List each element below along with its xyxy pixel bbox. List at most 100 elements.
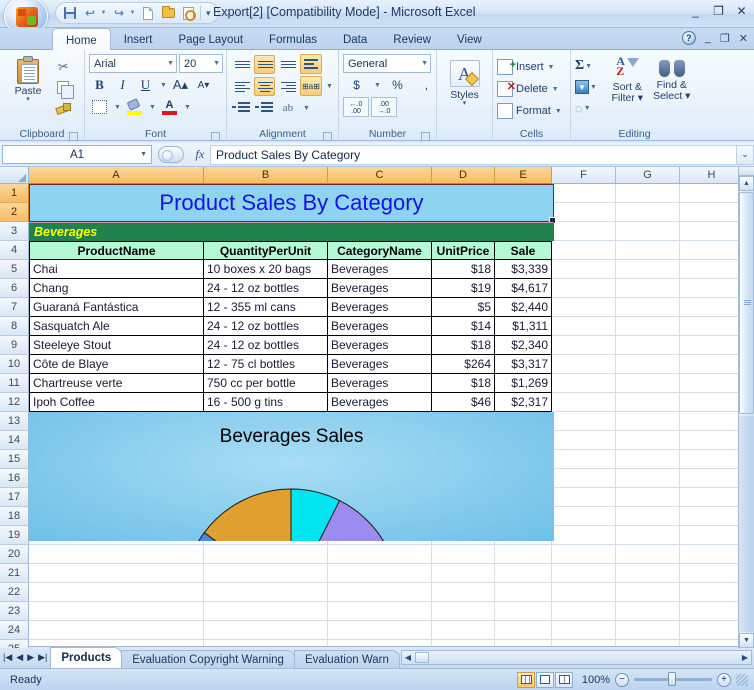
select-all-button[interactable] bbox=[0, 167, 29, 184]
cell-price[interactable]: $46 bbox=[432, 393, 495, 412]
grid-cell[interactable] bbox=[680, 241, 744, 260]
zoom-in-button[interactable]: + bbox=[717, 672, 731, 687]
row-header-2[interactable]: 2 bbox=[0, 203, 29, 222]
underline-dropdown[interactable]: ▼ bbox=[158, 75, 168, 95]
grid-cell[interactable] bbox=[680, 469, 744, 488]
percent-button[interactable]: % bbox=[384, 75, 411, 95]
grid-cell[interactable] bbox=[616, 317, 680, 336]
zoom-out-button[interactable]: − bbox=[615, 672, 629, 687]
cell-qpu[interactable]: 12 - 75 cl bottles bbox=[204, 355, 328, 374]
table-row[interactable]: Steeleye Stout 24 - 12 oz bottles Beverage… bbox=[29, 336, 554, 355]
category-banner-cell[interactable]: Beverages bbox=[29, 222, 554, 241]
grid-cell[interactable] bbox=[552, 203, 616, 222]
grid-cell[interactable] bbox=[552, 507, 616, 526]
column-header-a[interactable]: A bbox=[29, 167, 204, 184]
wrap-text-button[interactable] bbox=[300, 54, 322, 74]
cell-qpu[interactable]: 24 - 12 oz bottles bbox=[204, 279, 328, 298]
clear-button[interactable]: ◌ ▼ bbox=[575, 98, 605, 118]
cell-qpu[interactable]: 12 - 355 ml cans bbox=[204, 298, 328, 317]
column-header-g[interactable]: G bbox=[616, 167, 680, 184]
grid-cell[interactable] bbox=[204, 583, 328, 602]
cell-product[interactable]: Chartreuse verte bbox=[29, 374, 204, 393]
grid-cell[interactable] bbox=[552, 469, 616, 488]
row-header-18[interactable]: 18 bbox=[0, 507, 29, 526]
grid-cell[interactable] bbox=[552, 241, 616, 260]
grid-cell[interactable] bbox=[552, 583, 616, 602]
sheet-tab-evaluation-warn[interactable]: Evaluation Warn bbox=[293, 649, 400, 669]
table-row[interactable]: Chai 10 boxes x 20 bags Beverages $18 $3,339 bbox=[29, 260, 554, 279]
grid-cell[interactable] bbox=[680, 336, 744, 355]
sheet-horizontal-scrollbar[interactable]: ◀ ▶ bbox=[400, 650, 752, 665]
grid-cell[interactable] bbox=[29, 583, 204, 602]
grid-cell[interactable] bbox=[616, 336, 680, 355]
zoom-slider-handle[interactable] bbox=[668, 672, 676, 686]
first-sheet-button[interactable]: |◀ bbox=[3, 652, 12, 663]
row-header-5[interactable]: 5 bbox=[0, 260, 29, 279]
grid-cell[interactable] bbox=[680, 374, 744, 393]
table-row[interactable]: Sasquatch Ale 24 - 12 oz bottles Beverages… bbox=[29, 317, 554, 336]
row-header-23[interactable]: 23 bbox=[0, 602, 29, 621]
grid-cell[interactable] bbox=[680, 545, 744, 564]
align-top-button[interactable] bbox=[231, 55, 252, 74]
cell-product[interactable]: Ipoh Coffee bbox=[29, 393, 204, 412]
delete-cells-button[interactable]: ✕ Delete ▼ bbox=[497, 78, 559, 100]
workbook-minimize-button[interactable]: _ bbox=[705, 32, 711, 44]
align-center-button[interactable] bbox=[254, 76, 275, 96]
row-header-13[interactable]: 13 bbox=[0, 412, 29, 431]
print-preview-button[interactable] bbox=[178, 4, 198, 22]
grid-cell[interactable] bbox=[616, 241, 680, 260]
grid-cell[interactable] bbox=[616, 488, 680, 507]
workbook-close-button[interactable]: ✕ bbox=[739, 32, 748, 45]
grid-cell[interactable] bbox=[680, 621, 744, 640]
insert-cells-button[interactable]: + Insert ▼ bbox=[497, 56, 554, 78]
grid-cell[interactable] bbox=[616, 431, 680, 450]
grid-cell[interactable] bbox=[29, 564, 204, 583]
orientation-button[interactable]: ab bbox=[277, 99, 299, 117]
row-header-19[interactable]: 19 bbox=[0, 526, 29, 545]
number-format-combo[interactable]: General ▼ bbox=[343, 54, 431, 73]
cell-category[interactable]: Beverages bbox=[328, 260, 432, 279]
grid-cell[interactable] bbox=[552, 222, 616, 241]
cell-qpu[interactable]: 10 boxes x 20 bags bbox=[204, 260, 328, 279]
grid-cell[interactable] bbox=[680, 260, 744, 279]
cell-category[interactable]: Beverages bbox=[328, 298, 432, 317]
grid-cell[interactable] bbox=[616, 374, 680, 393]
grid-cell[interactable] bbox=[432, 621, 495, 640]
cell-product[interactable]: Chai bbox=[29, 260, 204, 279]
grid-cell[interactable] bbox=[552, 184, 616, 203]
grid-cell[interactable] bbox=[616, 507, 680, 526]
row-header-1[interactable]: 1 bbox=[0, 184, 29, 203]
grid-cell[interactable] bbox=[552, 260, 616, 279]
copy-button[interactable] bbox=[52, 78, 74, 99]
row-header-11[interactable]: 11 bbox=[0, 374, 29, 393]
split-box[interactable] bbox=[739, 167, 754, 176]
grid-cell[interactable] bbox=[616, 621, 680, 640]
font-color-dropdown[interactable]: ▼ bbox=[182, 97, 192, 117]
scroll-down-button[interactable]: ▼ bbox=[739, 633, 754, 648]
grid-cell[interactable] bbox=[680, 564, 744, 583]
orientation-dropdown[interactable]: ▼ bbox=[301, 98, 311, 118]
font-color-button[interactable]: A bbox=[159, 97, 180, 117]
grid-cell[interactable] bbox=[680, 298, 744, 317]
italic-button[interactable]: I bbox=[112, 75, 133, 95]
tab-page-layout[interactable]: Page Layout bbox=[165, 28, 256, 50]
cell-category[interactable]: Beverages bbox=[328, 279, 432, 298]
align-middle-button[interactable] bbox=[254, 54, 275, 74]
cell-price[interactable]: $18 bbox=[432, 374, 495, 393]
row-header-10[interactable]: 10 bbox=[0, 355, 29, 374]
cell-qpu[interactable]: 16 - 500 g tins bbox=[204, 393, 328, 412]
tab-data[interactable]: Data bbox=[330, 28, 380, 50]
format-painter-button[interactable] bbox=[52, 99, 74, 118]
view-normal-button[interactable] bbox=[517, 671, 535, 688]
increase-decimal-button[interactable]: ←.0.00 bbox=[343, 97, 369, 117]
grid-cell[interactable] bbox=[29, 545, 204, 564]
row-header-14[interactable]: 14 bbox=[0, 431, 29, 450]
paste-button[interactable]: Paste ▾ bbox=[4, 54, 52, 103]
new-button[interactable] bbox=[138, 4, 158, 22]
cell-sale[interactable]: $1,311 bbox=[495, 317, 552, 336]
currency-button[interactable]: $ bbox=[343, 75, 370, 95]
grid-cell[interactable] bbox=[616, 298, 680, 317]
grid-cell[interactable] bbox=[552, 621, 616, 640]
grid-cell[interactable] bbox=[616, 355, 680, 374]
sheet-title-cell[interactable]: Product Sales By Category bbox=[29, 184, 556, 224]
